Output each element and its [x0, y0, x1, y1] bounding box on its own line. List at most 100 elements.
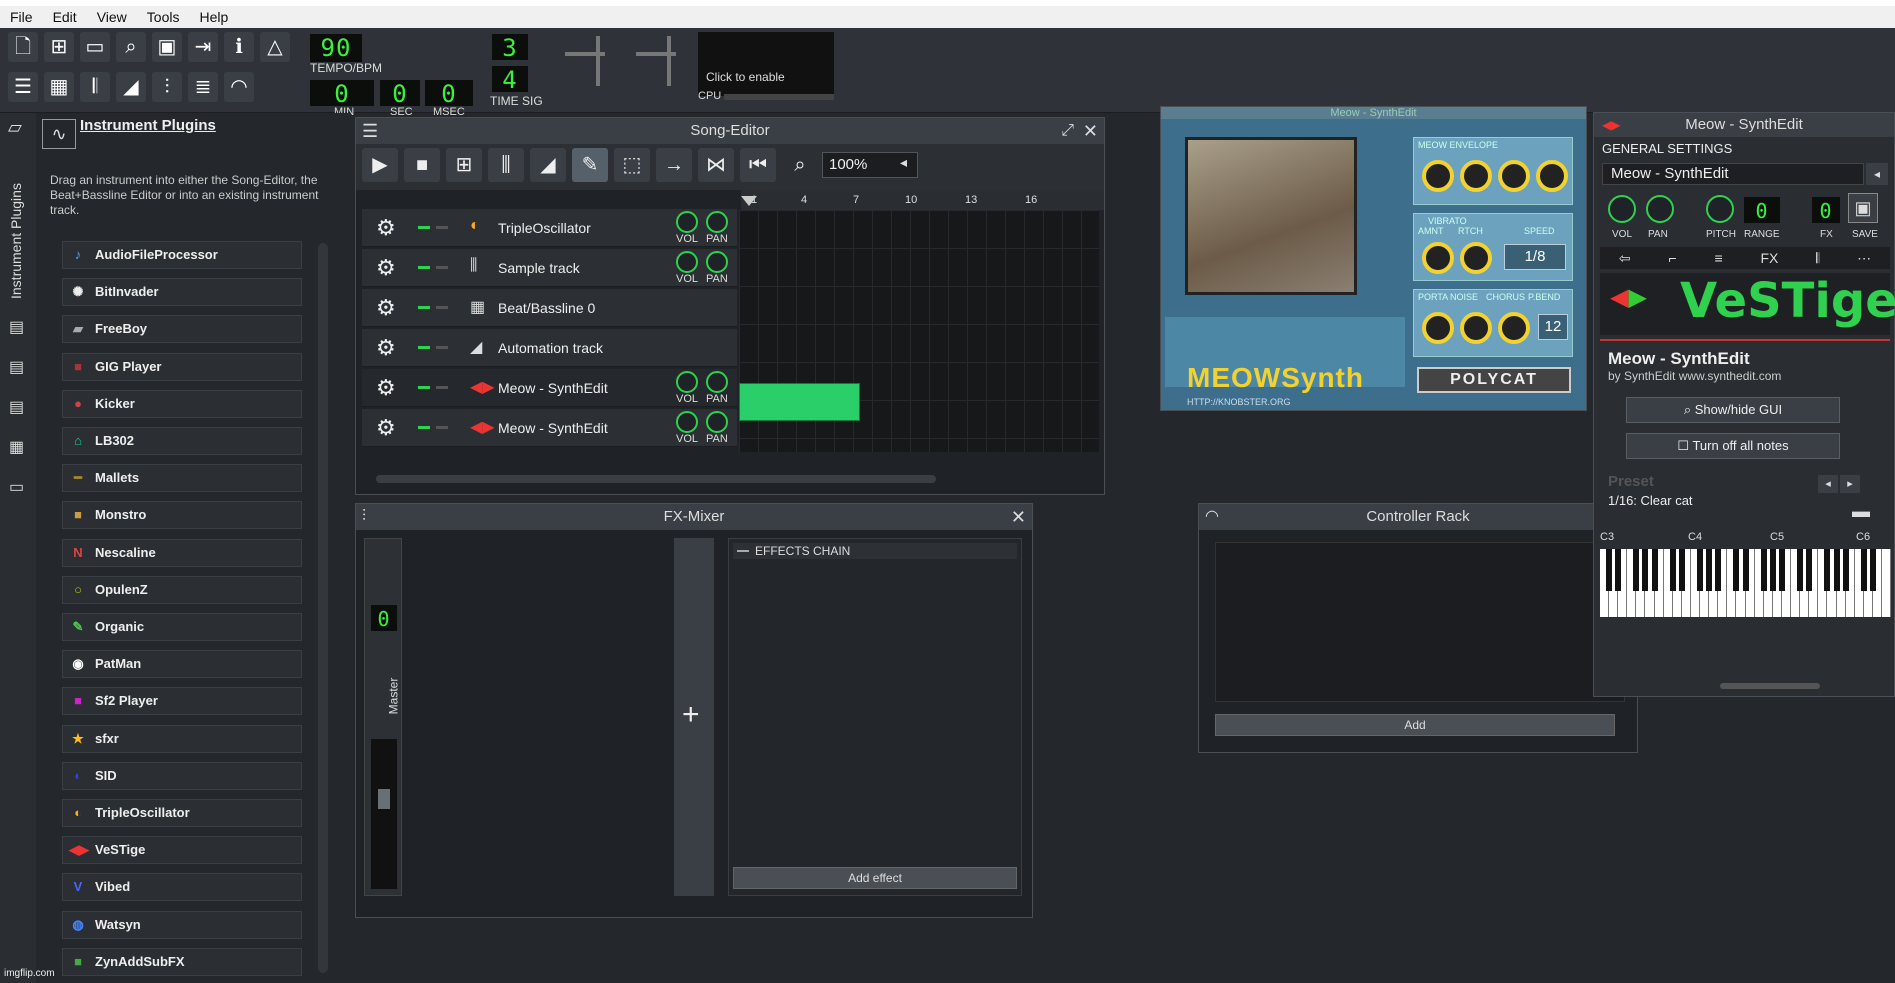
keyboard-scrollbar[interactable]	[1720, 683, 1820, 689]
gear-icon[interactable]: ⚙	[376, 335, 396, 361]
open-preset-icon[interactable]: ▬	[1852, 501, 1870, 522]
piano-black-key[interactable]	[1769, 549, 1776, 591]
piano-black-key[interactable]	[1715, 549, 1722, 591]
piano-black-key[interactable]	[1869, 549, 1876, 591]
gear-icon[interactable]: ⚙	[376, 415, 396, 441]
menu-file[interactable]: File	[0, 9, 43, 25]
prev-preset-icon[interactable]: ◂	[1818, 475, 1838, 493]
plugin-item-audiofileprocessor[interactable]: ♪ AudioFileProcessor	[62, 241, 302, 269]
tab-fx-icon[interactable]: FX	[1760, 247, 1778, 269]
track-row[interactable]: ⚙ ◀▶ Meow - SynthEdit VOL PAN	[362, 369, 737, 407]
piano-keyboard[interactable]	[1600, 549, 1892, 617]
porta-knob[interactable]	[1422, 312, 1454, 344]
turn-off-notes-button[interactable]: ☐ Turn off all notes	[1626, 433, 1840, 459]
fx-display[interactable]: 0	[1812, 197, 1840, 223]
new-file-icon[interactable]: 🗋	[8, 32, 38, 62]
edit-mode-icon[interactable]: ⬚	[614, 148, 650, 182]
meow-pattern-clip[interactable]	[739, 383, 860, 421]
piano-black-key[interactable]	[1842, 549, 1849, 591]
mute-toggle[interactable]	[418, 266, 430, 269]
piano-black-key[interactable]	[1697, 549, 1703, 591]
master-channel-strip[interactable]: 0 Master	[364, 538, 402, 896]
master-fader[interactable]	[371, 739, 397, 889]
piano-black-key[interactable]	[1733, 549, 1740, 591]
pbend-display[interactable]: 12	[1538, 314, 1568, 340]
plugin-item-organic[interactable]: ✎ Organic	[62, 613, 302, 641]
track-row[interactable]: ⚙ ◢ Automation track	[362, 329, 737, 367]
open-folder-icon[interactable]: ▭	[80, 32, 110, 62]
stop-icon[interactable]: ■	[404, 148, 440, 182]
mute-toggle[interactable]	[418, 306, 430, 309]
timeline-ruler[interactable]: 1 4 7 10 13 16	[741, 190, 1104, 210]
speed-display[interactable]: 1/8	[1504, 244, 1566, 270]
show-hide-gui-button[interactable]: ⌕ Show/hide GUI	[1626, 397, 1840, 423]
maximize-icon[interactable]: ⤢	[1061, 118, 1074, 144]
plugin-item-nescaline[interactable]: N Nescaline	[62, 538, 302, 567]
loop-points-icon[interactable]: ⋈	[698, 148, 734, 182]
piano-black-key[interactable]	[1606, 549, 1612, 591]
gear-icon[interactable]: ⚙	[376, 375, 396, 401]
my-computer-icon[interactable]: ▭	[9, 477, 24, 497]
tab-more-icon[interactable]: ⋯	[1857, 247, 1871, 269]
piano-black-key[interactable]	[1706, 549, 1713, 591]
plugin-item-tripleoscillator[interactable]: ◐ TripleOscillator	[62, 799, 302, 827]
menu-edit[interactable]: Edit	[43, 9, 87, 25]
info-icon[interactable]: ℹ	[224, 32, 254, 62]
save-preset-icon[interactable]: ▣	[1848, 193, 1878, 223]
vibrato-rate-knob[interactable]	[1460, 242, 1492, 274]
my-home-icon[interactable]: ▦	[9, 437, 24, 457]
noise-knob[interactable]	[1460, 312, 1492, 344]
panning-knob[interactable]	[706, 211, 728, 233]
add-sample-track-icon[interactable]: ⫼	[488, 148, 524, 182]
plugin-item-opulenz[interactable]: ○ OpulenZ	[62, 575, 302, 604]
plugin-item-lb302[interactable]: ⌂ LB302	[62, 427, 302, 455]
instrument-name-field[interactable]: Meow - SynthEdit	[1602, 163, 1864, 185]
menu-view[interactable]: View	[87, 9, 137, 25]
plugin-item-sf2-player[interactable]: ■ Sf2 Player	[62, 687, 302, 716]
mixer-icon[interactable]: ⫶	[152, 72, 182, 102]
piano-black-key[interactable]	[1651, 549, 1658, 591]
envelope-attack-knob[interactable]	[1422, 160, 1454, 192]
new-from-template-icon[interactable]: ⊞	[44, 32, 74, 62]
piano-black-key[interactable]	[1678, 549, 1685, 591]
plugin-item-mallets[interactable]: ━ Mallets	[62, 464, 302, 493]
add-automation-track-icon[interactable]: ◢	[530, 148, 566, 182]
add-effect-button[interactable]: Add effect	[733, 867, 1017, 889]
track-row[interactable]: ⚙ ⫼ Sample track VOL PAN	[362, 249, 737, 287]
vol-knob[interactable]	[1608, 195, 1636, 223]
recent-files-icon[interactable]: ⌕	[116, 32, 146, 62]
save-icon[interactable]: ▣	[152, 32, 182, 62]
gear-icon[interactable]: ⚙	[376, 215, 396, 241]
piano-black-key[interactable]	[1778, 549, 1785, 591]
volume-knob[interactable]	[676, 411, 698, 433]
prev-arrow-icon[interactable]: ◂	[1866, 163, 1888, 185]
envelope-decay-knob[interactable]	[1460, 160, 1492, 192]
track-name[interactable]: Meow - SynthEdit	[498, 420, 608, 436]
plugin-item-vestige[interactable]: ◀▶ VeSTige	[62, 836, 302, 865]
mute-toggle[interactable]	[418, 426, 430, 429]
solo-toggle[interactable]	[436, 386, 448, 389]
gear-icon[interactable]: ⚙	[376, 295, 396, 321]
piano-black-key[interactable]	[1615, 549, 1622, 591]
plugin-item-sid[interactable]: ◐ SID	[62, 761, 302, 790]
tab-midi-icon[interactable]: 𝄃	[1816, 247, 1819, 269]
metronome-icon[interactable]: △	[260, 32, 290, 62]
envelope-sustain-knob[interactable]	[1498, 160, 1530, 192]
piano-roll-icon[interactable]: 𝄃	[80, 72, 110, 102]
panning-knob[interactable]	[706, 411, 728, 433]
volume-knob[interactable]	[676, 211, 698, 233]
track-name[interactable]: Sample track	[498, 260, 580, 276]
my-samples-icon[interactable]: ▤	[9, 357, 24, 377]
plugin-item-watsyn[interactable]: ◍ Watsyn	[62, 910, 302, 939]
project-notes-icon[interactable]: ≣	[188, 72, 218, 102]
effects-chain-label[interactable]: EFFECTS CHAIN	[733, 543, 1017, 559]
controller-rack-icon[interactable]: ◠	[224, 72, 254, 102]
plugin-item-zynaddsubfx[interactable]: ■ ZynAddSubFX	[62, 947, 302, 976]
menu-tools[interactable]: Tools	[137, 9, 190, 25]
tempo-display[interactable]: 90	[310, 34, 362, 62]
plugin-item-kicker[interactable]: ● Kicker	[62, 389, 302, 418]
tab-chord-icon[interactable]: ≡	[1714, 247, 1722, 269]
piano-black-key[interactable]	[1797, 549, 1804, 591]
mute-toggle[interactable]	[418, 346, 430, 349]
mute-toggle[interactable]	[418, 226, 430, 229]
